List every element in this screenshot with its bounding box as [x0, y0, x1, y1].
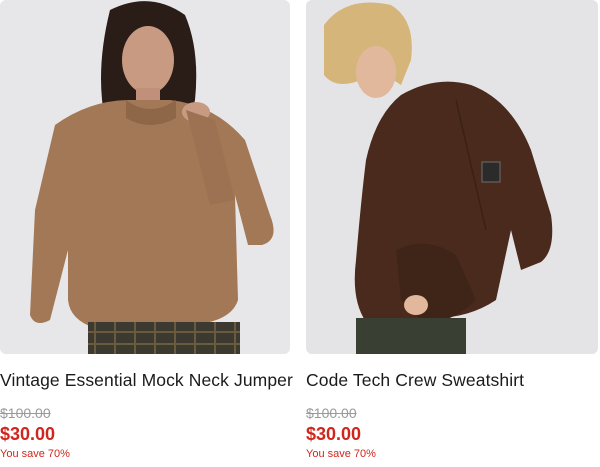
original-price: $100.00 [0, 405, 51, 421]
product-image[interactable] [0, 0, 290, 354]
savings-label: You save 70% [0, 448, 70, 460]
sale-price: $30.00 [0, 424, 56, 444]
product-card[interactable]: Code Tech Crew Sweatshirt $100.00 $30.00… [306, 0, 598, 467]
product-title[interactable]: Code Tech Crew Sweatshirt [306, 370, 524, 391]
original-price: $100.00 [306, 405, 357, 421]
product-card[interactable]: Vintage Essential Mock Neck Jumper $100.… [0, 0, 293, 467]
product-image[interactable] [306, 0, 598, 354]
product-title[interactable]: Vintage Essential Mock Neck Jumper [0, 370, 293, 391]
savings-label: You save 70% [306, 448, 376, 460]
sale-price: $30.00 [306, 424, 362, 444]
product-grid: Vintage Essential Mock Neck Jumper $100.… [0, 0, 600, 467]
